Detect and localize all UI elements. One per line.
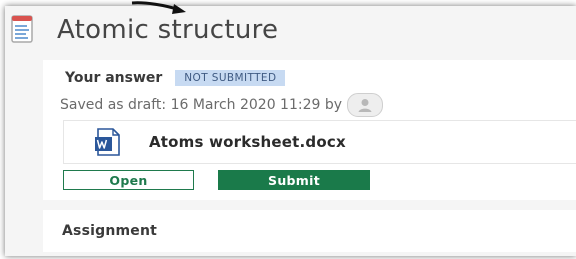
saved-draft-row: Saved as draft: 16 March 2020 11:29 by [60, 93, 384, 117]
assignment-heading: Assignment [62, 223, 158, 239]
file-attachment[interactable]: Atoms worksheet.docx [63, 120, 576, 164]
page-title: Atomic structure [57, 15, 279, 45]
word-document-icon [95, 128, 120, 156]
title-row: Atomic structure [5, 10, 278, 50]
open-button[interactable]: Open [63, 170, 194, 190]
document-icon [11, 15, 33, 43]
answer-header: Your answer NOT SUBMITTED [65, 70, 286, 86]
person-icon [358, 99, 372, 112]
your-answer-label: Your answer [65, 70, 163, 86]
user-avatar-icon[interactable] [347, 93, 384, 117]
status-badge: NOT SUBMITTED [175, 70, 286, 86]
file-name[interactable]: Atoms worksheet.docx [149, 133, 346, 151]
submit-button[interactable]: Submit [218, 170, 370, 190]
pointer-arrow-icon [131, 1, 186, 14]
assignment-section[interactable]: Assignment [43, 210, 576, 252]
saved-draft-text: Saved as draft: 16 March 2020 11:29 by [60, 97, 343, 113]
answer-card: Your answer NOT SUBMITTED Saved as draft… [43, 60, 576, 200]
assignment-panel: Atomic structure Your answer NOT SUBMITT… [5, 6, 576, 256]
